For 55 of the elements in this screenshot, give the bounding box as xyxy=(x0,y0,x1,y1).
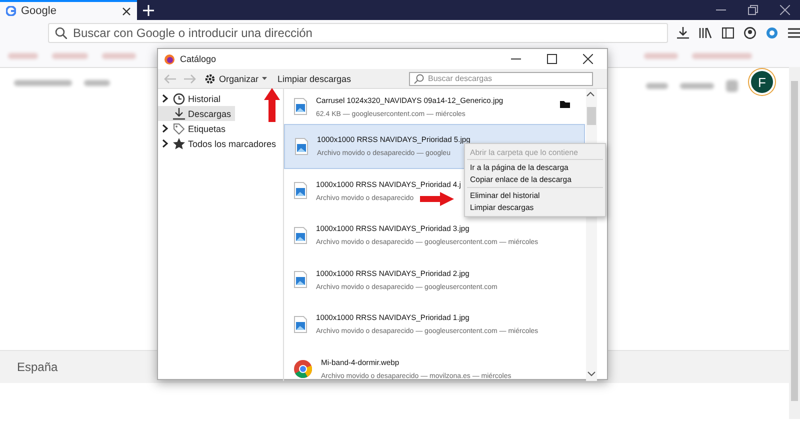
firefox-logo-icon xyxy=(164,54,175,64)
search-placeholder: Buscar descargas xyxy=(428,74,492,83)
close-icon[interactable] xyxy=(583,54,593,64)
sidebar-label: Etiquetas xyxy=(188,124,226,134)
scroll-up-icon xyxy=(586,91,595,97)
dialog-title: Catálogo xyxy=(180,54,216,64)
scroll-down-icon xyxy=(587,371,596,377)
gear-icon xyxy=(204,72,216,84)
image-file-icon xyxy=(294,182,307,200)
sidebar-item[interactable]: Todos los marcadores xyxy=(158,136,280,151)
clock-icon xyxy=(173,92,185,104)
maximize-icon[interactable] xyxy=(547,54,557,64)
sidebar-item[interactable]: Descargas xyxy=(158,106,236,121)
close-icon[interactable] xyxy=(122,6,131,16)
tab-title: Google xyxy=(21,5,58,17)
image-file-icon xyxy=(295,138,308,155)
sidebar-label: Descargas xyxy=(188,108,232,118)
new-tab-icon[interactable] xyxy=(142,4,154,16)
search-icon xyxy=(55,26,67,38)
image-file-icon xyxy=(294,271,307,288)
browser-tab[interactable]: Google xyxy=(0,0,137,20)
download-icon[interactable] xyxy=(677,26,689,38)
right-arrow-callout xyxy=(420,192,454,206)
clear-downloads-button[interactable]: Limpiar descargas xyxy=(274,74,354,84)
search-icon xyxy=(414,74,424,84)
image-file-icon xyxy=(294,98,307,115)
star-icon xyxy=(173,138,185,150)
scrollbar-thumb[interactable] xyxy=(587,107,596,125)
organize-menu-button[interactable]: Organizar xyxy=(202,72,269,84)
account-icon[interactable] xyxy=(744,26,756,38)
up-arrow-callout xyxy=(264,88,280,122)
footer-country: España xyxy=(17,360,58,374)
page-scrollbar[interactable] xyxy=(789,67,800,419)
folder-icon[interactable] xyxy=(560,99,570,108)
sidebar-label: Todos los marcadores xyxy=(188,138,276,148)
sidebar-item[interactable]: Historial xyxy=(158,91,225,106)
sidebar-icon[interactable] xyxy=(722,26,734,38)
restore-icon[interactable] xyxy=(748,5,758,15)
image-file-icon xyxy=(294,226,307,244)
address-placeholder: Buscar con Google o introducir una dirección xyxy=(73,26,312,40)
sidebar-item[interactable]: Etiquetas xyxy=(158,121,230,136)
menu-icon[interactable] xyxy=(788,26,800,38)
caret-icon xyxy=(262,77,267,80)
image-file-icon xyxy=(294,316,307,333)
google-logo-icon xyxy=(6,6,16,16)
close-icon[interactable] xyxy=(780,5,790,15)
extension-icon[interactable] xyxy=(766,26,778,38)
collapsed-chevron-icon[interactable] xyxy=(161,94,170,103)
account-avatar[interactable]: F xyxy=(751,71,773,93)
sidebar-label: Historial xyxy=(188,94,221,104)
tag-icon xyxy=(173,122,185,134)
download-icon xyxy=(173,108,185,120)
address-bar[interactable]: Buscar con Google o introducir una dirección xyxy=(48,22,668,42)
library-icon[interactable] xyxy=(699,26,712,38)
search-field[interactable]: Buscar descargas xyxy=(409,72,593,86)
